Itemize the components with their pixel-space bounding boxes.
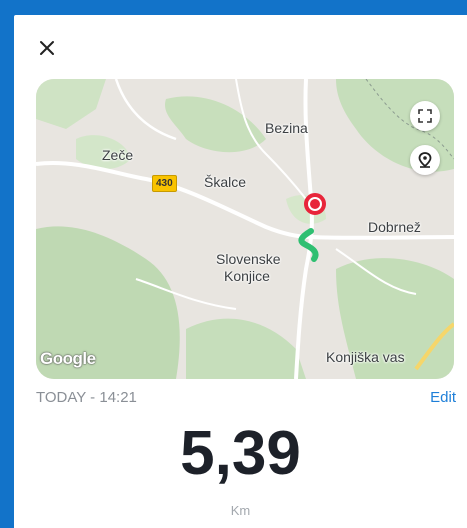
- route-map[interactable]: Bezina Zeče 430 Škalce Dobrnež Slovenske…: [36, 79, 454, 379]
- map-label-bezina: Bezina: [265, 120, 308, 136]
- recenter-map-button[interactable]: [410, 145, 440, 175]
- distance-value: 5,39: [180, 419, 301, 488]
- location-pin-icon: [418, 152, 432, 168]
- map-label-konjiska-vas: Konjiška vas: [326, 349, 405, 365]
- map-label-dobrnez: Dobrnež: [368, 219, 421, 235]
- google-attribution: Google: [40, 349, 96, 368]
- activity-date-row: TODAY - 14:21 Edit: [36, 389, 456, 409]
- map-label-konjice: Konjice: [224, 268, 270, 284]
- map-label-zece: Zeče: [102, 147, 134, 163]
- distance-unit: Km: [230, 503, 251, 518]
- close-icon: [40, 41, 54, 55]
- close-button[interactable]: [36, 37, 58, 59]
- expand-icon: [418, 109, 432, 123]
- activity-detail-panel: Bezina Zeče 430 Škalce Dobrnež Slovenske…: [14, 15, 467, 528]
- edit-button[interactable]: Edit: [430, 389, 456, 406]
- expand-map-button[interactable]: [410, 101, 440, 131]
- activity-date: TODAY - 14:21: [36, 389, 137, 406]
- map-label-slovenske: Slovenske: [216, 251, 281, 267]
- road-number-badge: 430: [152, 175, 177, 192]
- map-label-skalce: Škalce: [204, 174, 247, 190]
